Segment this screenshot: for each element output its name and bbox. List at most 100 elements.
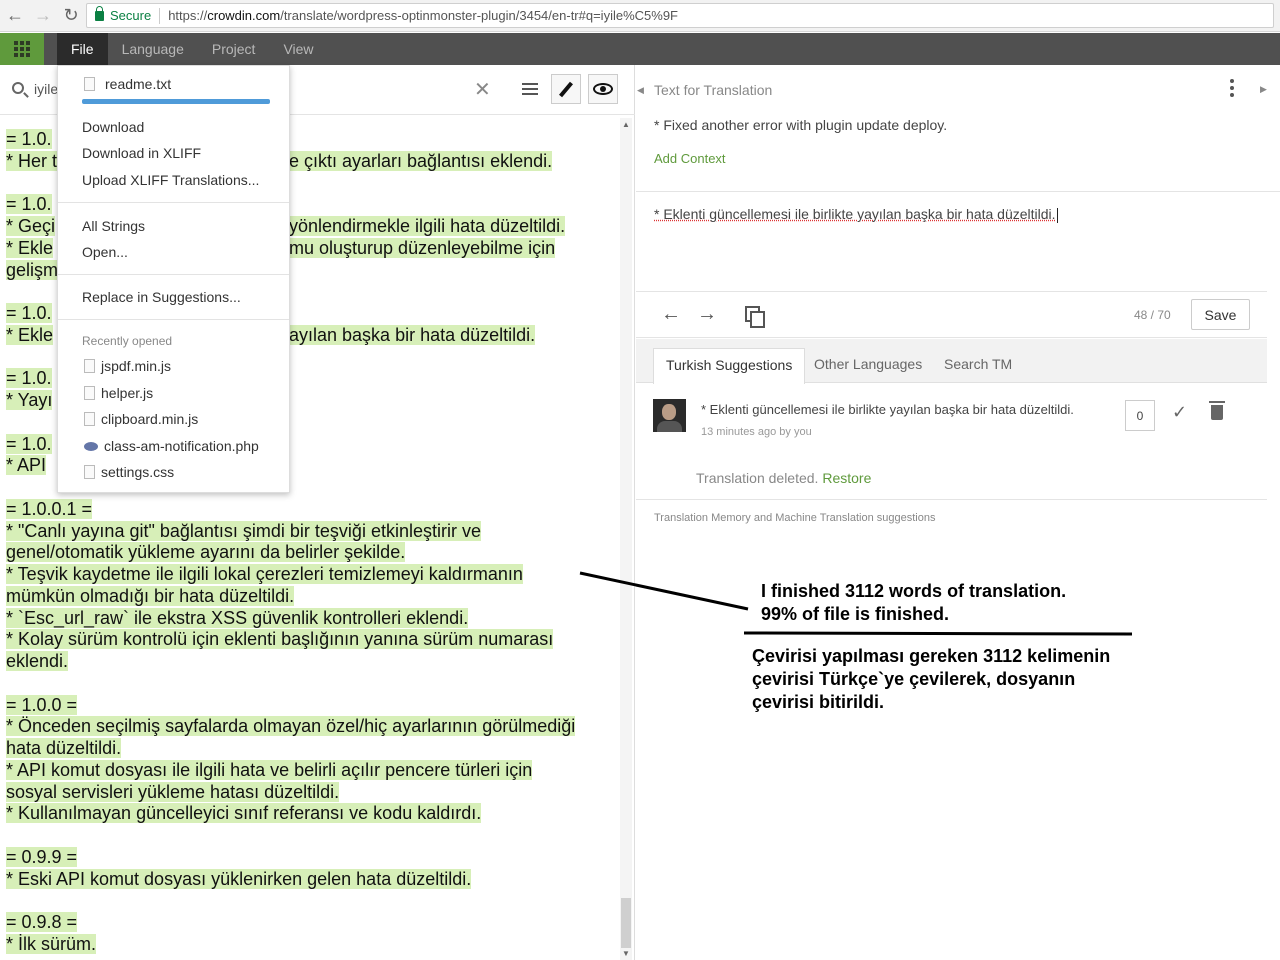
file-menu-dropdown: readme.txt Download Download in XLIFF Up… [57,65,290,493]
menu-view[interactable]: View [269,33,327,65]
current-file-item[interactable]: readme.txt [84,76,171,92]
grid-icon [14,41,30,57]
apps-grid-button[interactable] [0,33,44,65]
menu-language[interactable]: Language [108,33,198,65]
recently-opened-header: Recently opened [82,334,173,348]
address-separator [159,7,161,24]
address-bar[interactable]: Secure https:// crowdin.com /translate/w… [86,3,1274,28]
recent-file-name: class-am-notification.php [104,438,259,454]
pencil-icon [559,81,573,97]
list-view-button[interactable] [515,74,545,104]
list-icon [522,83,538,95]
document-line: * Önceden seçilmiş sayfalarda olmayan öz… [6,716,576,737]
document-line: * Eski API komut dosyası yüklenirken gel… [6,868,472,889]
copy-source-icon[interactable] [745,306,765,328]
document-line: * İlk sürüm. [6,933,97,954]
document-line: sosyal servisleri yükleme hatası düzelti… [6,781,340,802]
screenshot-root: ← → ↻ Secure https:// crowdin.com /trans… [0,0,1280,960]
recent-file-item[interactable]: clipboard.min.js [84,411,198,427]
tab-search-tm[interactable]: Search TM [932,348,1024,384]
back-arrow-icon[interactable]: ← [2,3,28,29]
annotation-turkish: Çevirisi yapılması gereken 3112 kelimeni… [752,645,1110,714]
menu-item-replace-suggestions[interactable]: Replace in Suggestions... [82,289,241,305]
scroll-down-icon[interactable]: ▼ [622,949,630,958]
vote-count[interactable]: 0 [1125,400,1155,431]
scroll-up-icon[interactable]: ▲ [622,120,630,129]
editor-panel: Text for Translation ▶ * Fixed another e… [636,65,1280,960]
editor-controls: ← → 48 / 70 Save [636,293,1267,338]
document-line: = 1.0. [6,129,52,149]
approve-check-icon[interactable]: ✓ [1172,402,1187,423]
document-line: mümkün olmadığı bir hata düzeltildi. [6,585,295,606]
recent-file-item[interactable]: settings.css [84,464,174,480]
document-line: * Teşvik kaydetme ile ilgili lokal çerez… [6,564,523,584]
annotation-line: çevirisi Türkçe`ye çevilerek, dosyanın [752,669,1076,689]
menu-separator [58,274,289,275]
translation-deleted-notice: Translation deleted. Restore [696,470,872,486]
menu-item-download[interactable]: Download [82,119,144,135]
annotation-line: 99% of file is finished. [761,604,950,624]
restore-link[interactable]: Restore [822,470,871,486]
url-path: /translate/wordpress-optinmonster-plugin… [280,8,678,23]
avatar [653,399,686,432]
document-line: gelişm [6,259,59,280]
previous-string-icon[interactable]: ← [661,303,681,326]
document-line: genel/otomatik yükleme ayarını da belirl… [6,542,406,563]
document-line: * Yayı [6,390,53,410]
menu-item-download-xliff[interactable]: Download in XLIFF [82,145,201,161]
scroll-thumb[interactable] [621,898,631,948]
document-line-tail: e çıktı ayarları bağlantısı eklendi. [289,150,553,171]
annotation-english: I finished 3112 words of translation. 99… [761,580,1066,626]
recent-file-item[interactable]: helper.js [84,385,153,401]
document-line: * `Esc_url_raw` ile ekstra XSS güvenlik … [6,607,469,628]
menu-item-all-strings[interactable]: All Strings [82,218,145,234]
php-file-icon [84,441,98,451]
source-string: * Fixed another error with plugin update… [654,117,948,133]
document-line: * Ekle [6,324,54,345]
file-icon [84,359,95,373]
document-line: * Geçi [6,216,56,236]
suggestion-meta: 13 minutes ago by you [701,426,812,438]
tab-other-languages[interactable]: Other Languages [802,348,934,384]
recent-file-item[interactable]: jspdf.min.js [84,358,171,374]
document-line: * Ekle [6,237,54,258]
document-line: * Kolay sürüm kontrolü için eklenti başl… [6,629,554,650]
suggestion-text: * Eklenti güncellemesi ile birlikte yayı… [701,402,1074,417]
browser-toolbar: ← → ↻ Secure https:// crowdin.com /trans… [0,0,1280,32]
search-input[interactable]: iyile [34,81,58,97]
edit-mode-button[interactable] [551,74,581,104]
secure-label: Secure [110,8,152,23]
menu-file[interactable]: File [57,33,108,65]
menu-item-open[interactable]: Open... [82,244,128,260]
document-line-tail: yönlendirmekle ilgili hata düzeltildi. [289,216,566,236]
file-icon [84,412,95,426]
recent-file-item[interactable]: class-am-notification.php [84,438,259,454]
collapse-right-icon[interactable]: ▶ [1260,84,1267,95]
document-line: = 0.9.9 = [6,846,78,867]
document-line: hata düzeltildi. [6,738,122,758]
more-options-icon[interactable] [1230,79,1234,97]
clear-search-icon[interactable]: ✕ [474,77,491,102]
add-context-link[interactable]: Add Context [654,151,726,166]
save-button[interactable]: Save [1191,299,1250,330]
scrollbar[interactable]: ▲ ▼ [620,118,632,960]
reload-icon[interactable]: ↻ [58,3,84,29]
translation-input[interactable]: * Eklenti güncellemesi ile birlikte yayı… [636,192,1267,292]
menu-separator [58,202,289,203]
next-string-icon[interactable]: → [697,303,717,326]
document-line: = 1.0. [6,433,52,454]
menu-project[interactable]: Project [198,33,270,65]
tab-turkish-suggestions[interactable]: Turkish Suggestions [653,348,806,384]
preview-mode-button[interactable] [588,74,618,104]
url-host: crowdin.com [207,8,281,23]
document-line: = 1.0. [6,194,52,215]
document-line: eklendi. [6,651,69,671]
document-line: * API komut dosyası ile ilgili hata ve b… [6,759,533,780]
forward-arrow-icon[interactable]: → [30,3,56,29]
lock-icon [95,5,104,21]
delete-trash-icon[interactable] [1209,401,1225,420]
menu-item-upload-xliff[interactable]: Upload XLIFF Translations... [82,172,259,188]
search-icon [12,82,24,94]
text-caret [1056,207,1058,223]
document-line: * Kullanılmayan güncelleyici sınıf refer… [6,803,482,824]
